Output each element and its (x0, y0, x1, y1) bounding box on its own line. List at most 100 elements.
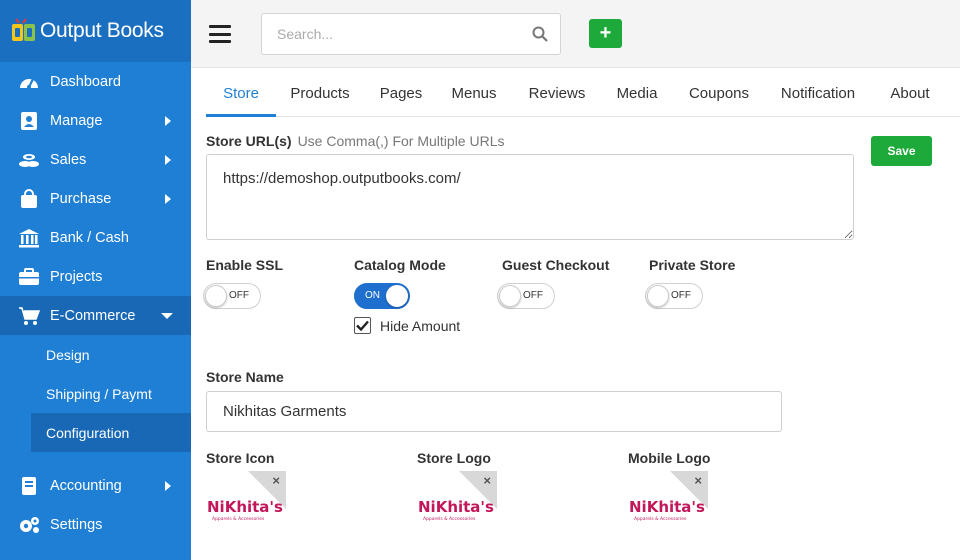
catalog-mode-toggle[interactable]: ON (354, 283, 410, 309)
brand[interactable]: Output Books (0, 0, 191, 62)
chevron-right-icon (165, 154, 171, 165)
catalog-mode-label: Catalog Mode (354, 257, 446, 273)
enable-ssl-toggle[interactable]: OFF (203, 283, 261, 309)
ledger-book-icon (17, 476, 41, 496)
logo-tagline: Apparels & Accessories (634, 516, 687, 522)
tab-media[interactable]: Media (612, 68, 662, 117)
toggle-knob (499, 285, 521, 307)
chevron-right-icon (165, 193, 171, 204)
enable-ssl-label: Enable SSL (206, 257, 284, 273)
store-url-field[interactable]: https://demoshop.outputbooks.com/ (206, 154, 854, 240)
tab-pages[interactable]: Pages (376, 68, 426, 117)
remove-image-icon[interactable]: × (694, 473, 702, 488)
toggle-knob (205, 285, 227, 307)
toggle-state-text: ON (365, 290, 380, 301)
app-window: Output Books Dashboard Manage Sales Purc… (0, 0, 960, 560)
coins-icon (17, 150, 41, 170)
sidebar-item-label: Accounting (50, 477, 122, 494)
toggle-state-text: OFF (229, 290, 249, 301)
nikhitas-logo-image: NiKhita's Apparels & Accessories (418, 498, 494, 522)
hide-amount-label: Hide Amount (380, 318, 461, 334)
guest-checkout-label: Guest Checkout (502, 257, 610, 273)
hamburger-menu-icon[interactable] (209, 25, 231, 43)
private-store-label: Private Store (649, 257, 736, 273)
store-url-label-text: Store URL(s) (206, 133, 292, 149)
tab-about[interactable]: About (884, 68, 936, 117)
sidebar-item-accounting[interactable]: Accounting (0, 466, 191, 505)
mobile-logo-image[interactable]: × NiKhita's Apparels & Accessories (628, 471, 708, 523)
sidebar-nav: Dashboard Manage Sales Purchase Bank / C… (0, 62, 191, 335)
bank-icon (17, 228, 41, 248)
remove-image-icon[interactable]: × (483, 473, 491, 488)
store-url-label: Store URL(s) Use Comma(,) For Multiple UR… (206, 133, 505, 149)
search-input[interactable] (262, 14, 512, 54)
chevron-right-icon (165, 115, 171, 126)
nikhitas-logo-image: NiKhita's Apparels & Accessories (629, 498, 705, 522)
store-name-field[interactable] (206, 391, 782, 432)
toggle-knob (386, 285, 408, 307)
save-button[interactable]: Save (871, 136, 932, 166)
top-bar: + (191, 0, 960, 68)
tab-store[interactable]: Store (206, 68, 276, 117)
search-box (261, 13, 561, 55)
logo-text: NiKhita's (207, 498, 283, 516)
private-store-toggle[interactable]: OFF (645, 283, 703, 309)
toggle-state-text: OFF (671, 290, 691, 301)
store-icon-image[interactable]: × NiKhita's Apparels & Accessories (206, 471, 286, 523)
nikhitas-logo-image: NiKhita's Apparels & Accessories (207, 498, 283, 522)
tab-coupons[interactable]: Coupons (686, 68, 752, 117)
sidebar-item-bank-cash[interactable]: Bank / Cash (0, 218, 191, 257)
dashboard-gauge-icon (17, 72, 41, 92)
guest-checkout-toggle[interactable]: OFF (497, 283, 555, 309)
sidebar: Output Books Dashboard Manage Sales Purc… (0, 0, 191, 560)
sidebar-item-settings[interactable]: Settings (0, 505, 191, 544)
submenu-item-design[interactable]: Design (0, 335, 191, 374)
tab-menus[interactable]: Menus (448, 68, 500, 117)
sidebar-item-label: Settings (50, 516, 103, 533)
store-logo-image[interactable]: × NiKhita's Apparels & Accessories (417, 471, 497, 523)
ecommerce-submenu: Design Shipping / Paymt Configuration (0, 335, 191, 452)
config-tabs: Store Products Pages Menus Reviews Media… (206, 68, 960, 117)
gears-icon (17, 515, 41, 535)
logo-text: NiKhita's (629, 498, 705, 516)
search-icon[interactable] (532, 26, 548, 42)
sidebar-item-purchase[interactable]: Purchase (0, 179, 191, 218)
store-url-hint: Use Comma(,) For Multiple URLs (297, 133, 505, 149)
sidebar-item-dashboard[interactable]: Dashboard (0, 62, 191, 101)
hide-amount-checkbox[interactable] (354, 317, 371, 334)
sidebar-item-sales[interactable]: Sales (0, 140, 191, 179)
brand-books-icon (10, 17, 38, 45)
store-logo-label: Store Logo (417, 450, 491, 466)
shopping-bag-icon (17, 188, 41, 209)
chevron-right-icon (165, 480, 171, 491)
sidebar-item-manage[interactable]: Manage (0, 101, 191, 140)
checkmark-icon (356, 320, 369, 331)
tab-reviews[interactable]: Reviews (524, 68, 590, 117)
sidebar-nav-lower: Accounting Settings (0, 466, 191, 544)
store-name-label: Store Name (206, 369, 284, 385)
sidebar-item-label: Purchase (50, 190, 112, 207)
submenu-item-configuration[interactable]: Configuration (31, 413, 191, 452)
sidebar-item-ecommerce[interactable]: E-Commerce (0, 296, 191, 335)
brand-name: Output Books (40, 19, 164, 42)
logo-tagline: Apparels & Accessories (212, 516, 265, 522)
mobile-logo-label: Mobile Logo (628, 450, 711, 466)
tab-notification[interactable]: Notification (776, 68, 860, 117)
tab-products[interactable]: Products (286, 68, 354, 117)
logo-tagline: Apparels & Accessories (423, 516, 476, 522)
sidebar-item-label: Sales (50, 151, 87, 168)
cart-icon (17, 306, 41, 326)
add-new-button[interactable]: + (589, 19, 622, 48)
sidebar-item-label: Dashboard (50, 73, 121, 90)
sidebar-item-projects[interactable]: Projects (0, 257, 191, 296)
submenu-item-shipping-payment[interactable]: Shipping / Paymt (0, 374, 191, 413)
sidebar-item-label: Projects (50, 268, 103, 285)
briefcase-icon (17, 267, 41, 287)
logo-text: NiKhita's (418, 498, 494, 516)
chevron-down-icon (161, 312, 173, 319)
store-icon-label: Store Icon (206, 450, 275, 466)
sidebar-item-label: Manage (50, 112, 103, 129)
contact-book-icon (17, 111, 41, 131)
remove-image-icon[interactable]: × (272, 473, 280, 488)
